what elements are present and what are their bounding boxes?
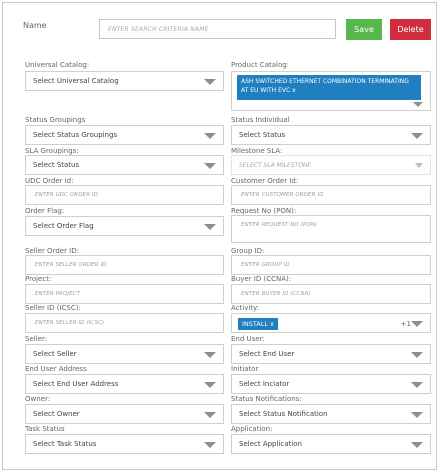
chevron-down-icon bbox=[204, 224, 216, 230]
status-notifications-value: Select Status Notification bbox=[239, 410, 328, 418]
product-catalog-select[interactable]: ASH SWITCHED ETHERNET COMBINATION TERMIN… bbox=[231, 71, 431, 111]
product-catalog-chip[interactable]: ASH SWITCHED ETHERNET COMBINATION TERMIN… bbox=[237, 75, 421, 100]
status-notifications-label: Status Notifications: bbox=[231, 395, 302, 403]
status-groupings-label: Status Groupings bbox=[25, 116, 86, 124]
search-criteria-panel: Name ENTER SEARCH CRITERIA NAME Save Del… bbox=[2, 2, 437, 470]
task-status-label: Task Status bbox=[25, 425, 65, 433]
chevron-down-icon bbox=[204, 352, 216, 358]
customer-order-id-label: Customer Order Id: bbox=[231, 177, 299, 185]
request-no-label: Request No (PON): bbox=[231, 207, 297, 215]
chevron-down-icon bbox=[204, 133, 216, 139]
end-user-label: End User: bbox=[231, 335, 265, 343]
chevron-down-icon bbox=[411, 352, 423, 358]
product-catalog-label: Product Catalog: bbox=[231, 61, 290, 69]
buyer-id-input[interactable]: ENTER BUYER ID (CCNA) bbox=[231, 284, 431, 304]
milestone-sla-label: Milestone SLA: bbox=[231, 147, 283, 155]
activity-select[interactable]: INSTALL x +1 bbox=[231, 313, 431, 333]
group-id-label: Group ID: bbox=[231, 247, 265, 255]
delete-button[interactable]: Delete bbox=[390, 19, 431, 40]
end-user-value: Select End User bbox=[239, 350, 295, 358]
chevron-down-icon bbox=[204, 163, 216, 169]
application-value: Select Application bbox=[239, 440, 302, 448]
application-select[interactable]: Select Application bbox=[231, 434, 431, 454]
chevron-down-icon bbox=[204, 442, 216, 448]
status-individual-select[interactable]: Select Status bbox=[231, 125, 431, 145]
group-id-input[interactable]: ENTER GROUP ID bbox=[231, 255, 431, 275]
activity-label: Activity: bbox=[231, 304, 260, 312]
status-individual-label: Status Individual bbox=[231, 116, 290, 124]
seller-id-input[interactable]: ENTER SELLER ID (ICSC) bbox=[25, 313, 224, 333]
status-notifications-select[interactable]: Select Status Notification bbox=[231, 404, 431, 424]
udc-order-id-input[interactable]: ENTER UDC ORDER ID bbox=[25, 185, 224, 205]
status-individual-value: Select Status bbox=[239, 131, 286, 139]
status-groupings-value: Select Status Groupings bbox=[33, 131, 118, 139]
name-input[interactable]: ENTER SEARCH CRITERIA NAME bbox=[99, 19, 336, 39]
chevron-down-icon bbox=[411, 412, 423, 418]
owner-label: Owner: bbox=[25, 395, 51, 403]
chevron-down-icon bbox=[411, 321, 423, 327]
chevron-down-icon bbox=[415, 163, 423, 168]
project-label: Project: bbox=[25, 275, 52, 283]
order-flag-select[interactable]: Select Order Flag bbox=[25, 216, 224, 236]
chevron-down-icon bbox=[411, 133, 423, 139]
universal-catalog-value: Select Universal Catalog bbox=[33, 77, 119, 85]
chevron-down-icon bbox=[204, 382, 216, 388]
order-flag-value: Select Order Flag bbox=[33, 222, 94, 230]
seller-label: Seller: bbox=[25, 335, 48, 343]
chevron-down-icon bbox=[204, 79, 216, 85]
seller-order-id-input[interactable]: ENTER SELLER ORDER ID bbox=[25, 255, 224, 275]
request-no-input[interactable]: ENTER REQUEST NO (PON) bbox=[231, 215, 431, 243]
project-input[interactable]: ENTER PROJECT bbox=[25, 284, 224, 304]
task-status-value: Select Task Status bbox=[33, 440, 97, 448]
save-button[interactable]: Save bbox=[346, 19, 382, 40]
milestone-sla-select[interactable]: SELECT SLA MILESTONE bbox=[231, 155, 431, 175]
chevron-down-icon bbox=[204, 412, 216, 418]
sla-groupings-select[interactable]: Select Status bbox=[25, 155, 224, 175]
end-user-address-label: End User Address bbox=[25, 365, 87, 373]
universal-catalog-select[interactable]: Select Universal Catalog bbox=[25, 71, 224, 91]
udc-order-id-label: UDC Order Id: bbox=[25, 177, 74, 185]
sla-groupings-value: Select Status bbox=[33, 161, 80, 169]
owner-select[interactable]: Select Owner bbox=[25, 404, 224, 424]
activity-chip[interactable]: INSTALL x bbox=[238, 318, 278, 330]
seller-id-label: Seller ID (ICSC): bbox=[25, 304, 81, 312]
order-flag-label: Order Flag: bbox=[25, 207, 65, 215]
seller-order-id-label: Seller Order ID: bbox=[25, 247, 79, 255]
end-user-select[interactable]: Select End User bbox=[231, 344, 431, 364]
task-status-select[interactable]: Select Task Status bbox=[25, 434, 224, 454]
end-user-address-select[interactable]: Select End User Address bbox=[25, 374, 224, 394]
status-groupings-select[interactable]: Select Status Groupings bbox=[25, 125, 224, 145]
seller-select[interactable]: Select Seller bbox=[25, 344, 224, 364]
chevron-down-icon bbox=[411, 442, 423, 448]
activity-more-count: +1 bbox=[400, 320, 411, 328]
end-user-address-value: Select End User Address bbox=[33, 380, 119, 388]
owner-value: Select Owner bbox=[33, 410, 80, 418]
initiator-label: Initiator bbox=[231, 365, 259, 373]
universal-catalog-label: Universal Catalog: bbox=[25, 61, 90, 69]
sla-groupings-label: SLA Groupings: bbox=[25, 147, 79, 155]
initiator-value: Select Inciator bbox=[239, 380, 290, 388]
seller-value: Select Seller bbox=[33, 350, 77, 358]
buyer-id-label: Buyer ID (CCNA): bbox=[231, 275, 292, 283]
name-label: Name bbox=[23, 21, 47, 30]
milestone-sla-value: SELECT SLA MILESTONE bbox=[239, 162, 312, 169]
application-label: Application: bbox=[231, 425, 273, 433]
customer-order-id-input[interactable]: ENTER CUSTOMER ORDER ID bbox=[231, 185, 431, 205]
chevron-down-icon bbox=[413, 102, 423, 107]
initiator-select[interactable]: Select Inciator bbox=[231, 374, 431, 394]
chevron-down-icon bbox=[411, 382, 423, 388]
